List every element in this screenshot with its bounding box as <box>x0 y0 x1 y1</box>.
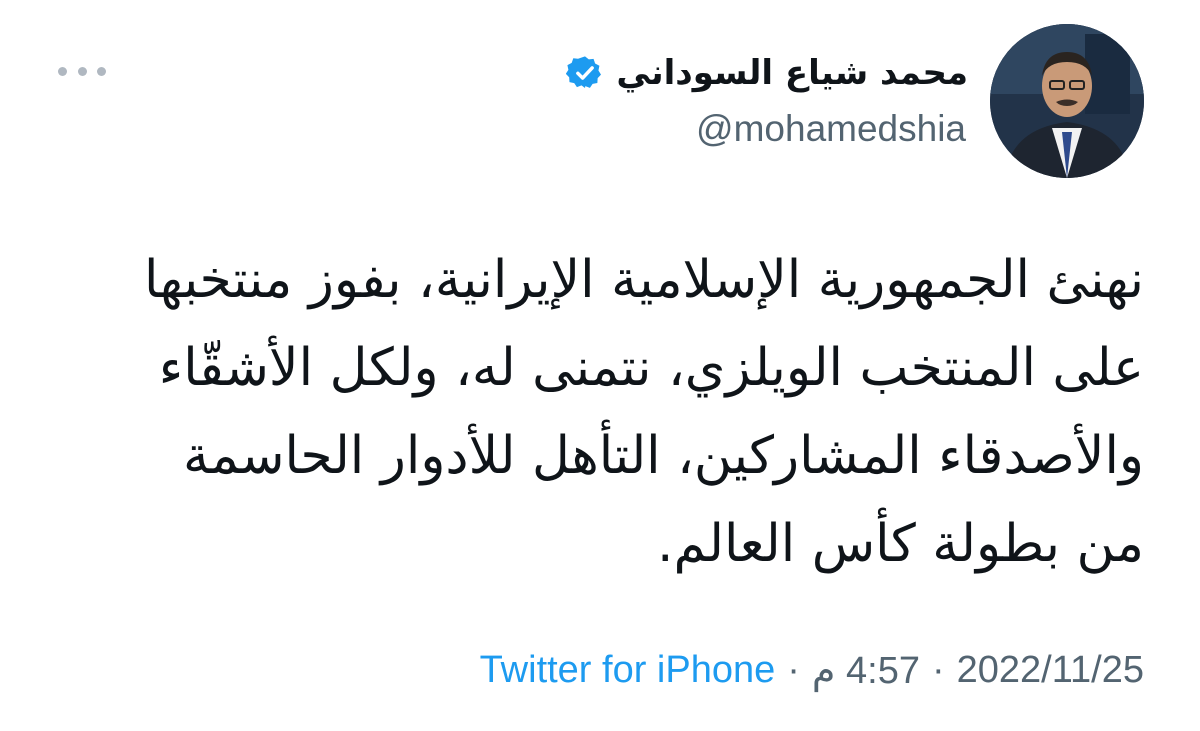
separator: · <box>787 648 800 691</box>
more-options-button[interactable] <box>58 56 106 86</box>
tweet-text-line: على المنتخب الويلزي، نتمنى له، ولكل الأش… <box>158 338 1144 398</box>
tweet-time[interactable]: 4:57 م <box>812 648 920 693</box>
display-name[interactable]: محمد شياع السوداني <box>616 53 968 93</box>
avatar-photo-icon <box>990 24 1144 178</box>
tweet-metadata: 2022/11/25 · 4:57 م · Twitter for iPhone <box>480 640 1144 700</box>
separator: · <box>931 648 945 691</box>
author-name-row[interactable]: محمد شياع السوداني <box>566 48 968 98</box>
tweet-text-line: والأصدقاء المشاركين، التأهل للأدوار الحا… <box>183 426 1144 486</box>
verified-badge-icon <box>566 56 602 89</box>
tweet-card: محمد شياع السوداني @mohamedshia نهنئ الج… <box>0 0 1200 731</box>
source-link[interactable]: Twitter for iPhone <box>480 649 776 692</box>
tweet-date[interactable]: 2022/11/25 <box>957 649 1144 692</box>
tweet-text-line: من بطولة كأس العالم. <box>656 514 1144 574</box>
tweet-text: نهنئ الجمهورية الإسلامية الإيرانية، بفوز… <box>54 236 1144 588</box>
tweet-text-line: نهنئ الجمهورية الإسلامية الإيرانية، بفوز… <box>143 250 1144 310</box>
avatar[interactable] <box>990 24 1144 178</box>
more-horizontal-icon <box>58 66 67 76</box>
author-handle[interactable]: @mohamedshia <box>696 108 966 150</box>
